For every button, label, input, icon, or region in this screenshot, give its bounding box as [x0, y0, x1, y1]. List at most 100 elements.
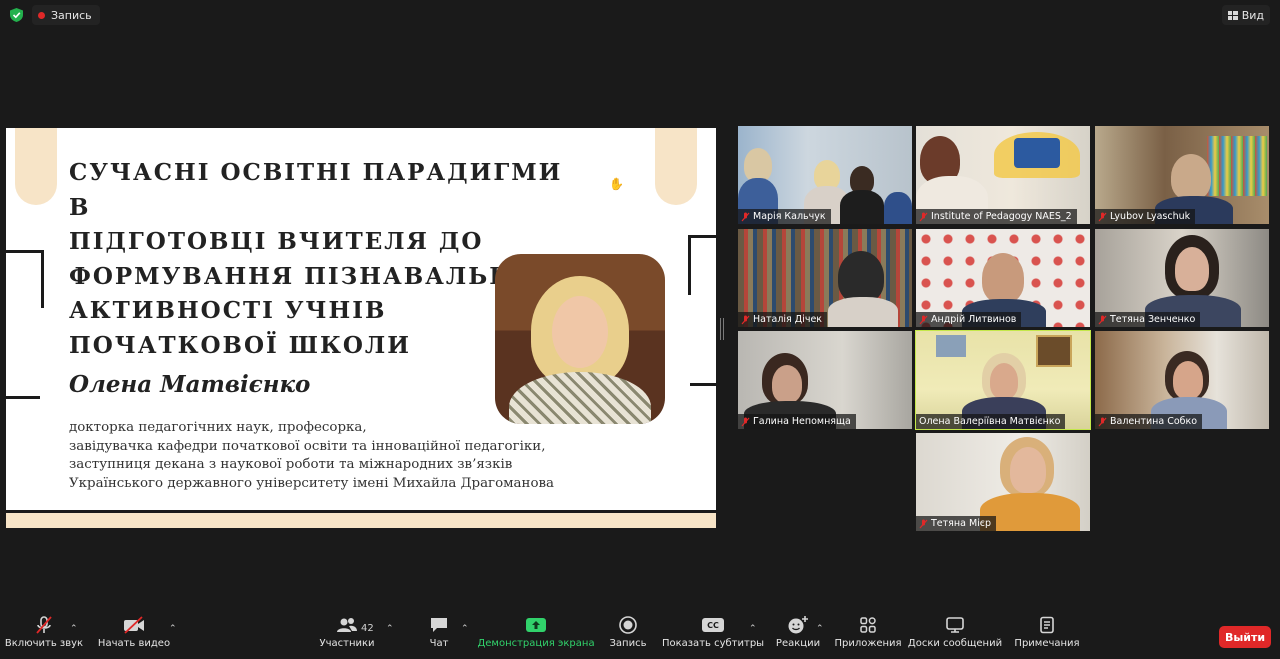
- participant-name-label: Олена Валеріївна Матвієнко: [916, 414, 1066, 429]
- closed-captions-icon: CC: [702, 618, 724, 632]
- participant-name-label: Institute of Pedagogy NAES_2: [916, 209, 1077, 224]
- apps-icon: [860, 617, 876, 633]
- reactions-button[interactable]: Реакции: [775, 612, 821, 659]
- slide-decor-line-left: [6, 396, 40, 399]
- slide-title-line: ПІДГОТОВЦІ ВЧИТЕЛЯ ДО: [69, 228, 484, 255]
- apps-button[interactable]: Приложения: [834, 612, 902, 659]
- captions-options-caret-icon[interactable]: ⌃: [749, 624, 757, 634]
- panel-resize-handle[interactable]: [720, 318, 724, 340]
- video-options-caret-icon[interactable]: ⌃: [169, 624, 177, 634]
- description-line: докторка педагогічних наук, професорка,: [69, 420, 367, 435]
- share-screen-button[interactable]: Демонстрация экрана: [477, 612, 595, 659]
- speaker-description: докторка педагогічних наук, професорка, …: [69, 419, 689, 493]
- video-tile[interactable]: Андрій Литвинов: [916, 229, 1090, 327]
- show-captions-button[interactable]: CC Показать субтитры: [662, 612, 764, 659]
- view-label: Вид: [1241, 8, 1264, 22]
- participants-icon: [337, 618, 357, 632]
- participant-name-label: Галина Непомняща: [738, 414, 856, 429]
- slide-decor-pillar-right: [655, 128, 697, 205]
- mic-muted-icon: [741, 315, 750, 324]
- unmute-button[interactable]: Включить звук: [4, 612, 84, 659]
- apps-label: Приложения: [834, 638, 902, 649]
- microphone-muted-icon: [36, 616, 52, 634]
- notes-label: Примечания: [1014, 638, 1080, 649]
- participants-count: 42: [361, 623, 374, 634]
- participant-name-label: Андрій Литвинов: [916, 312, 1022, 327]
- unmute-label: Включить звук: [4, 638, 84, 649]
- slide-decor-pillar-left: [15, 128, 57, 205]
- speaker-name: Олена Матвієнко: [69, 371, 311, 398]
- reactions-label: Реакции: [775, 638, 821, 649]
- video-tile[interactable]: Марія Кальчук: [738, 126, 912, 224]
- slide-decor-bracket-left: [6, 250, 44, 308]
- security-shield-icon[interactable]: [10, 8, 23, 22]
- participants-options-caret-icon[interactable]: ⌃: [386, 624, 394, 634]
- slide-title-line: ФОРМУВАННЯ ПІЗНАВАЛЬНОЇ: [69, 262, 548, 290]
- camera-off-icon: [124, 616, 144, 634]
- start-video-label: Начать видео: [97, 638, 171, 649]
- leave-meeting-button[interactable]: Выйти: [1219, 626, 1271, 648]
- view-button[interactable]: Вид: [1221, 5, 1270, 25]
- mic-muted-icon: [919, 519, 928, 528]
- audio-options-caret-icon[interactable]: ⌃: [70, 624, 78, 634]
- grid-view-icon: [1227, 10, 1238, 20]
- share-screen-label: Демонстрация экрана: [477, 638, 595, 649]
- video-tile[interactable]: Тетяна Зенченко: [1095, 229, 1269, 327]
- description-line: Українського державного університету іме…: [69, 475, 555, 491]
- participant-name-label: Тетяна Мієр: [916, 516, 997, 531]
- video-tile[interactable]: Lyubov Lyaschuk: [1095, 126, 1269, 224]
- notes-icon: [1040, 616, 1054, 634]
- participant-name-label: Марія Кальчук: [738, 209, 831, 224]
- mic-muted-icon: [741, 417, 750, 426]
- whiteboards-button[interactable]: Доски сообщений: [907, 612, 1003, 659]
- top-bar: Запись Вид: [0, 0, 1280, 30]
- share-screen-icon: [526, 618, 546, 632]
- start-video-button[interactable]: Начать видео: [97, 612, 171, 659]
- mic-muted-icon: [919, 315, 928, 324]
- slide-title-line: СУЧАСНІ ОСВІТНІ ПАРАДИГМИ В: [69, 159, 563, 221]
- meeting-toolbar: Включить звук ⌃ Начать видео ⌃ Участники…: [0, 612, 1280, 659]
- description-line: завідувачка кафедри початкової освіти та…: [69, 438, 546, 454]
- video-tile[interactable]: Institute of Pedagogy NAES_2: [916, 126, 1090, 224]
- record-button[interactable]: Запись: [608, 612, 648, 659]
- recording-label: Запись: [51, 8, 92, 22]
- mic-muted-icon: [1098, 315, 1107, 324]
- mic-muted-icon: [919, 212, 928, 221]
- slide-title-line: ПОЧАТКОВОЇ ШКОЛИ: [69, 331, 411, 359]
- participants-button[interactable]: Участники: [318, 612, 376, 659]
- video-tile[interactable]: Валентина Собко: [1095, 331, 1269, 429]
- mic-muted-icon: [1098, 417, 1107, 426]
- shared-screen-slide: СУЧАСНІ ОСВІТНІ ПАРАДИГМИ В ПІДГОТОВЦІ В…: [6, 128, 716, 510]
- notes-button[interactable]: Примечания: [1014, 612, 1080, 659]
- show-captions-label: Показать субтитры: [661, 638, 765, 649]
- record-icon: [619, 616, 637, 634]
- video-tile[interactable]: Галина Непомняща: [738, 331, 912, 429]
- chat-label: Чат: [429, 638, 449, 649]
- video-tile[interactable]: Тетяна Мієр: [916, 433, 1090, 531]
- chat-options-caret-icon[interactable]: ⌃: [461, 624, 469, 634]
- slide-title-line: АКТИВНОСТІ УЧНІВ: [69, 297, 387, 324]
- participants-label: Участники: [319, 638, 375, 649]
- hand-pointer-icon: ✋: [609, 177, 624, 191]
- mic-muted-icon: [741, 212, 750, 221]
- whiteboards-label: Доски сообщений: [907, 638, 1003, 649]
- slide-decor-bracket-right: [688, 235, 716, 295]
- record-label: Запись: [609, 638, 647, 649]
- smiley-add-icon: [788, 616, 808, 634]
- chat-button[interactable]: Чат: [424, 612, 454, 659]
- recording-indicator[interactable]: Запись: [32, 5, 100, 25]
- slide-bottom-strip: [6, 513, 716, 528]
- speaker-portrait-photo: [495, 254, 665, 424]
- video-tile-active-speaker[interactable]: Олена Валеріївна Матвієнко: [915, 330, 1091, 430]
- participant-name-label: Lyubov Lyaschuk: [1095, 209, 1196, 224]
- participant-name-label: Тетяна Зенченко: [1095, 312, 1201, 327]
- participant-name-label: Валентина Собко: [1095, 414, 1203, 429]
- recording-dot-icon: [38, 11, 45, 19]
- video-tile[interactable]: Наталія Дічек: [738, 229, 912, 327]
- mic-muted-icon: [1098, 212, 1107, 221]
- chat-bubble-icon: [431, 618, 447, 632]
- slide-title: СУЧАСНІ ОСВІТНІ ПАРАДИГМИ В ПІДГОТОВЦІ В…: [69, 156, 569, 363]
- reactions-options-caret-icon[interactable]: ⌃: [816, 624, 824, 634]
- description-line: заступниця декана з наукової роботи та м…: [69, 457, 513, 472]
- participant-name-label: Наталія Дічек: [738, 312, 828, 327]
